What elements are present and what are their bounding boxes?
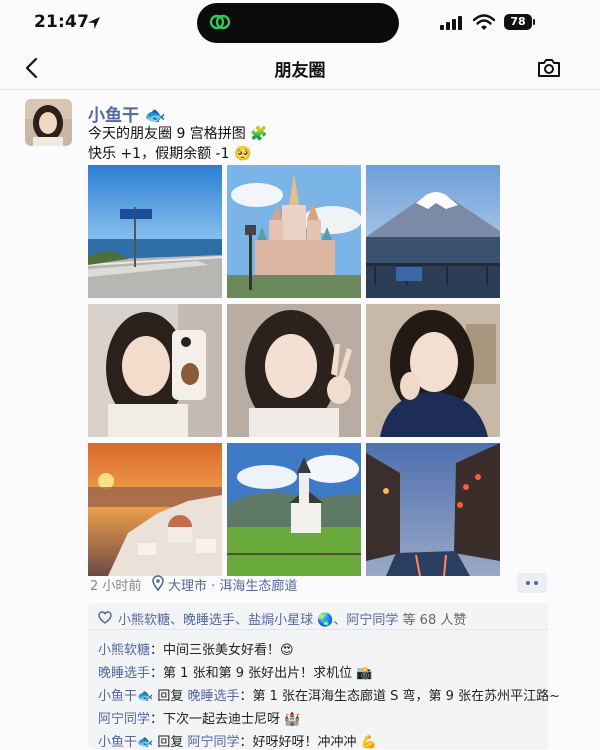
reply-word: 回复 (153, 689, 188, 704)
comment-item[interactable]: 晚睡选手：第 1 张和第 9 张好出片！求机位 📸 (98, 662, 372, 681)
more-dot-icon (526, 581, 530, 585)
more-options-button[interactable] (517, 573, 547, 593)
page-title: 朋友圈 (274, 61, 326, 81)
post-time: 2 小时前 (90, 579, 142, 594)
photo-meadow-chapel[interactable] (227, 443, 361, 576)
like-name[interactable]: 盐焗小星球 🌏 (248, 613, 333, 628)
comment-item[interactable]: 小鱼干🐟 回复 晚睡选手：第 1 张在洱海生态廊道 S 弯，第 9 张在苏州平江… (98, 685, 560, 704)
comment-author[interactable]: 阿宁同学 (98, 712, 150, 727)
like-separator: 、 (235, 613, 249, 628)
photo-mount-fuji-lake[interactable] (366, 165, 500, 298)
link-icon (209, 14, 231, 30)
more-dot-icon (534, 581, 538, 585)
likes-list: 小熊软糖、晚睡选手、盐焗小星球 🌏、阿宁同学 等 68 人赞 (118, 609, 466, 628)
post-text-line-1: 今天的朋友圈 9 宫格拼图 🧩 (88, 126, 268, 142)
location-pin-icon (152, 575, 164, 591)
comment-item[interactable]: 阿宁同学：下次一起去迪士尼呀 🏰 (98, 708, 300, 727)
reply-word: 回复 (153, 735, 188, 750)
battery-indicator: 78 (504, 14, 532, 30)
photo-water-town-night[interactable] (366, 443, 500, 576)
comment-author[interactable]: 晚睡选手 (98, 666, 150, 681)
comment-text: 下次一起去迪士尼呀 🏰 (163, 712, 301, 727)
comment-text: 中间三张美女好看！😍 (163, 643, 294, 658)
heart-outline-icon (98, 611, 112, 624)
photo-fairy-castle[interactable] (227, 165, 361, 298)
photo-santorini-sunset[interactable] (88, 443, 222, 576)
comment-author[interactable]: 小鱼干🐟 (98, 735, 153, 750)
post-text-line-2: 快乐 +1，假期余额 -1 🥺 (88, 146, 252, 162)
comment-text: 第 1 张和第 9 张好出片！求机位 📸 (163, 666, 373, 681)
photo-grid (88, 165, 500, 576)
likes-divider (88, 629, 548, 630)
reply-target[interactable]: 晚睡选手 (187, 689, 239, 704)
like-name[interactable]: 晚睡选手 (183, 613, 235, 628)
like-name[interactable]: 小熊软糖 (118, 613, 170, 628)
like-separator: 、 (333, 613, 347, 628)
avatar[interactable] (25, 99, 72, 146)
wifi-icon (473, 14, 495, 30)
comment-item[interactable]: 小熊软糖：中间三张美女好看！😍 (98, 639, 294, 658)
reply-target[interactable]: 阿宁同学 (187, 735, 239, 750)
comment-text: 好呀好呀！冲冲冲 💪 (252, 735, 377, 750)
photo-selfie-sweater[interactable] (366, 304, 500, 437)
photo-seaside-road[interactable] (88, 165, 222, 298)
photo-selfie-mirror[interactable] (88, 304, 222, 437)
like-name[interactable]: 阿宁同学 (346, 613, 398, 628)
photo-selfie-wink-peace[interactable] (227, 304, 361, 437)
camera-icon[interactable] (536, 56, 562, 80)
location-arrow-icon (88, 17, 100, 29)
comment-item[interactable]: 小鱼干🐟 回复 阿宁同学：好呀好呀！冲冲冲 💪 (98, 731, 377, 750)
comment-text: 第 1 张在洱海生态廊道 S 弯，第 9 张在苏州平江路~ (252, 689, 560, 704)
battery-nub (533, 19, 535, 25)
post-location[interactable]: 大理市 · 洱海生态廊道 (168, 575, 297, 594)
nav-divider (0, 89, 600, 90)
comment-author[interactable]: 小熊软糖 (98, 643, 150, 658)
status-bar: 21:47 78 (0, 0, 600, 46)
comment-author[interactable]: 小鱼干🐟 (98, 689, 153, 704)
likes-count: 等 68 人赞 (398, 613, 467, 628)
cellular-signal-icon (440, 16, 462, 30)
status-time: 21:47 (34, 12, 90, 32)
nav-bar: 朋友圈 (0, 46, 600, 90)
like-separator: 、 (170, 613, 184, 628)
